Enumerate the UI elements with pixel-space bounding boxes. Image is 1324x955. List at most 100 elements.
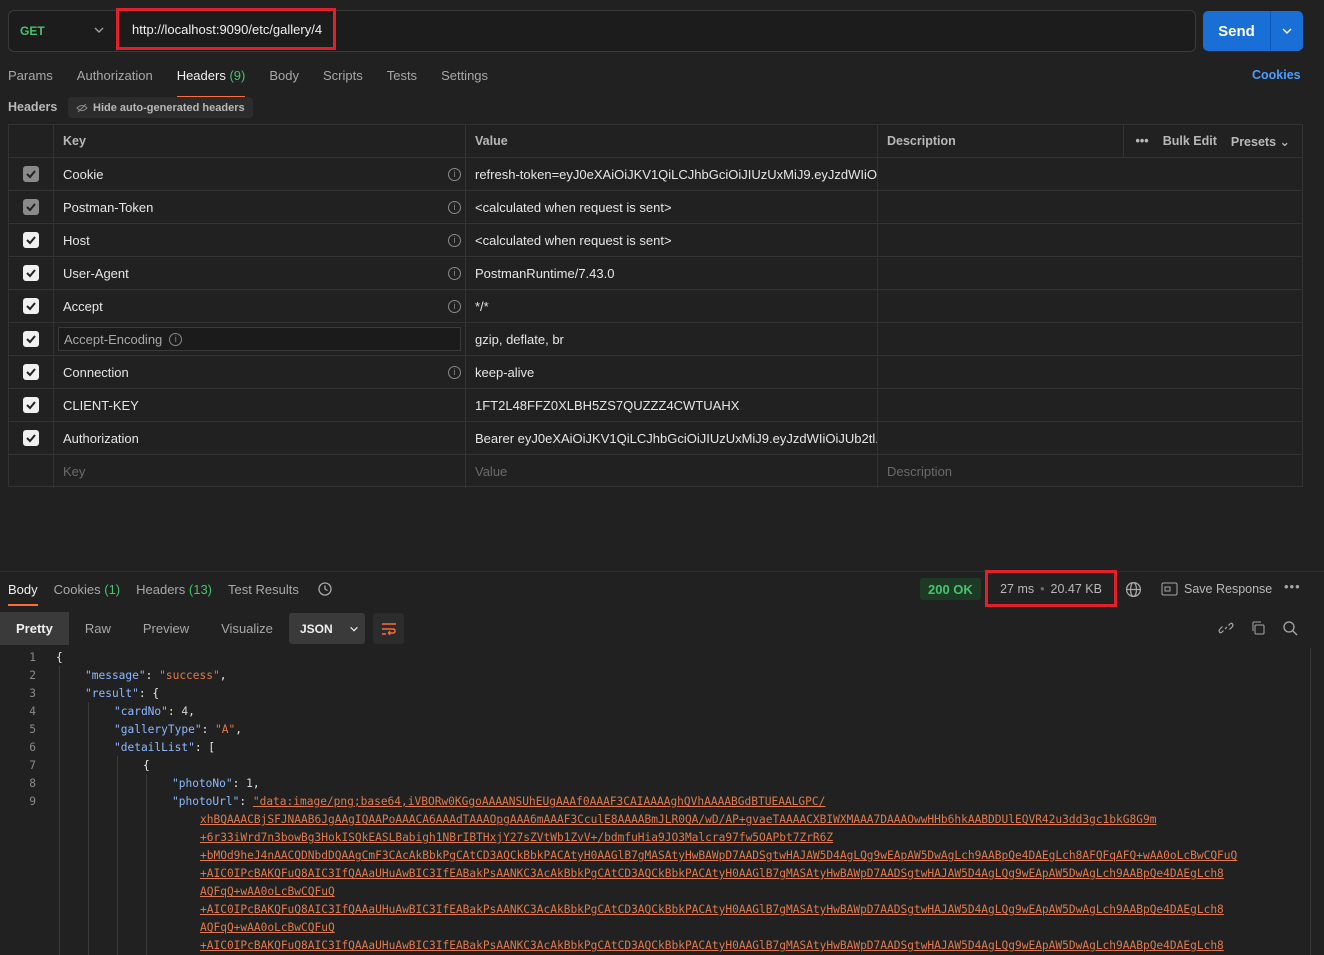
tab-preview[interactable]: Preview (127, 612, 205, 645)
header-key[interactable]: Authorization (54, 422, 466, 454)
tab-tests[interactable]: Tests (387, 60, 417, 92)
header-description[interactable] (878, 224, 1302, 256)
chevron-down-icon (1282, 28, 1292, 34)
row-checkbox[interactable] (23, 199, 39, 215)
header-description[interactable] (878, 290, 1302, 322)
info-icon[interactable]: i (448, 266, 461, 280)
code-line[interactable]: +6r33iWrd7n3bowBg3HokISQkEASLBabigh1NBrI… (200, 831, 833, 844)
info-icon[interactable]: i (448, 299, 461, 313)
new-value-input[interactable]: Value (466, 455, 878, 488)
tab-visualize[interactable]: Visualize (205, 612, 289, 645)
row-checkbox[interactable] (23, 430, 39, 446)
tab-scripts[interactable]: Scripts (323, 60, 363, 92)
tab-body[interactable]: Body (269, 60, 299, 92)
send-button[interactable]: Send (1203, 11, 1270, 51)
tab-headers[interactable]: Headers (9) (176, 60, 245, 98)
table-row: Connection i keep-alive (9, 356, 1302, 389)
info-icon[interactable]: i (448, 233, 461, 247)
tab-response-body[interactable]: Body (8, 580, 38, 606)
tab-raw[interactable]: Raw (69, 612, 127, 645)
response-time[interactable]: 27 ms (1000, 582, 1034, 596)
check-icon (26, 269, 36, 278)
header-description[interactable] (878, 422, 1302, 454)
column-description: Description ••• Bulk Edit Presets ⌄ (878, 125, 1302, 157)
header-description[interactable] (878, 257, 1302, 289)
link-icon[interactable] (1218, 620, 1234, 636)
response-size[interactable]: 20.47 KB (1051, 582, 1102, 596)
more-options-icon[interactable]: ••• (1284, 579, 1301, 594)
header-description[interactable] (878, 191, 1302, 223)
check-icon (26, 368, 36, 377)
code-line[interactable]: xhBQAAACBjSFJNAAB6JgAAgIQAAPoAAACA6AAAdT… (200, 813, 1156, 826)
header-value[interactable]: PostmanRuntime/7.43.0 (466, 257, 878, 289)
header-description[interactable] (878, 389, 1302, 421)
code-line[interactable]: +AIC0IPcBAKQFuQ8AIC3IfQAAaUHuAwBIC3IfEAB… (200, 903, 1224, 916)
save-icon (1161, 582, 1178, 596)
row-checkbox[interactable] (23, 298, 39, 314)
header-value[interactable]: Bearer eyJ0eXAiOiJKV1QiLCJhbGciOiJIUzUxM… (466, 422, 878, 454)
row-checkbox[interactable] (23, 232, 39, 248)
tab-test-results[interactable]: Test Results (228, 580, 299, 604)
code-line[interactable]: +bMOd9heJ4nAACQDNbdDQAAgCmF3CAcAkBbkPgCA… (200, 849, 1237, 862)
header-key: Host (63, 232, 90, 248)
url-input[interactable]: http://localhost:9090/etc/gallery/4 (116, 8, 336, 50)
tab-authorization[interactable]: Authorization (77, 60, 153, 92)
row-checkbox[interactable] (23, 364, 39, 380)
row-checkbox[interactable] (23, 397, 39, 413)
info-icon[interactable]: i (448, 167, 461, 181)
wrap-lines-button[interactable] (373, 613, 404, 644)
code-line[interactable]: AQFqQ+wAA0oLcBwCQFuQ (200, 885, 335, 898)
header-value[interactable]: */* (466, 290, 878, 322)
tab-response-cookies[interactable]: Cookies (1) (54, 580, 120, 604)
new-key-input[interactable]: Key (54, 455, 466, 488)
header-key: Accept-Encoding (64, 331, 163, 347)
tab-pretty[interactable]: Pretty (0, 612, 69, 645)
header-key-input[interactable]: Accept-Encoding i (58, 327, 461, 351)
row-checkbox[interactable] (23, 166, 39, 182)
header-value[interactable]: <calculated when request is sent> (466, 224, 878, 256)
response-body-code[interactable]: 1 2 3 4 5 6 7 8 9 { "message": "success"… (0, 648, 1310, 955)
code-line[interactable]: +AIC0IPcBAKQFuQ8AIC3IfQAAaUHuAwBIC3IfEAB… (200, 939, 1224, 952)
info-icon[interactable]: i (448, 365, 461, 379)
presets-button[interactable]: Presets ⌄ (1231, 134, 1290, 149)
hide-auto-headers-button[interactable]: Hide auto-generated headers (68, 97, 253, 118)
response-divider[interactable] (0, 571, 1324, 572)
format-select[interactable]: JSON (289, 613, 365, 644)
new-header-row: Key Value Description (9, 455, 1302, 488)
header-description[interactable] (878, 323, 1302, 355)
code-scrollbar[interactable] (1310, 648, 1311, 955)
row-checkbox[interactable] (23, 265, 39, 281)
header-value[interactable]: gzip, deflate, br (466, 323, 878, 355)
check-icon (26, 302, 36, 311)
globe-icon[interactable] (1125, 581, 1142, 601)
tab-params[interactable]: Params (8, 60, 53, 92)
cookies-link[interactable]: Cookies (1252, 68, 1301, 82)
header-description[interactable] (878, 158, 1302, 190)
format-tabs: Pretty Raw Preview Visualize (0, 612, 289, 645)
send-options-button[interactable] (1270, 11, 1303, 51)
search-icon[interactable] (1282, 620, 1298, 636)
header-key[interactable]: CLIENT-KEY (54, 389, 466, 421)
history-icon[interactable] (317, 581, 333, 600)
row-checkbox[interactable] (23, 331, 39, 347)
header-value[interactable]: keep-alive (466, 356, 878, 388)
code-line: "message": "success", (85, 669, 227, 682)
tab-settings[interactable]: Settings (441, 60, 488, 92)
header-value[interactable]: <calculated when request is sent> (466, 191, 878, 223)
info-icon[interactable]: i (169, 332, 183, 346)
header-value[interactable]: 1FT2L48FFZ0XLBH5ZS7QUZZZ4CWTUAHX (466, 389, 878, 421)
new-description-input[interactable]: Description (878, 455, 1302, 488)
header-value[interactable]: refresh-token=eyJ0eXAiOiJKV1QiLCJhbGciOi… (466, 158, 878, 190)
tab-response-headers[interactable]: Headers (13) (136, 580, 212, 604)
copy-icon[interactable] (1250, 620, 1266, 636)
info-icon[interactable]: i (448, 200, 461, 214)
status-badge[interactable]: 200 OK (920, 578, 981, 600)
code-line[interactable]: +AIC0IPcBAKQFuQ8AIC3IfQAAaUHuAwBIC3IfEAB… (200, 867, 1224, 880)
table-row: Cookie i refresh-token=eyJ0eXAiOiJKV1QiLC… (9, 158, 1302, 191)
method-select[interactable]: GET (9, 11, 117, 51)
more-icon[interactable]: ••• (1136, 134, 1149, 148)
code-line[interactable]: AQFqQ+wAA0oLcBwCQFuQ (200, 921, 335, 934)
bulk-edit-button[interactable]: Bulk Edit (1163, 134, 1217, 148)
header-description[interactable] (878, 356, 1302, 388)
save-response-button[interactable]: Save Response (1161, 582, 1272, 596)
